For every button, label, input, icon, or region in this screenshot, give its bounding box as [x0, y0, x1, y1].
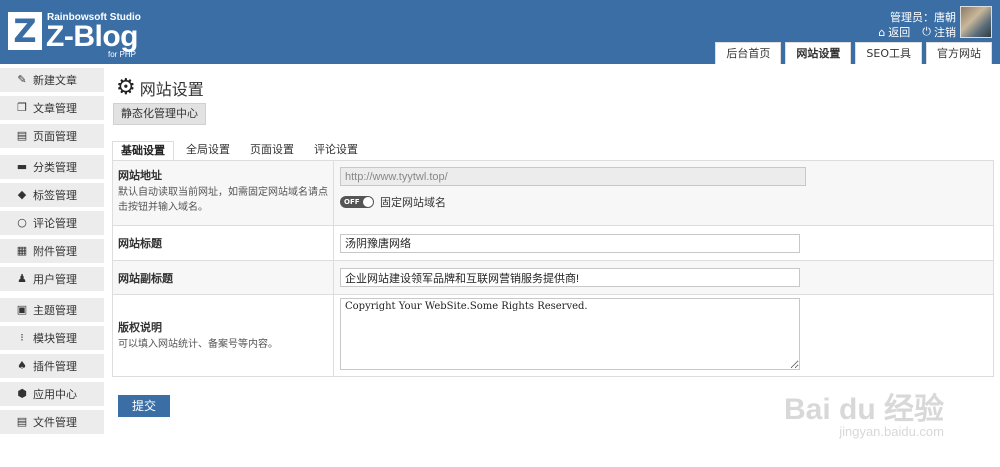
sidebar-item-attachments[interactable]: ▦ 附件管理: [0, 239, 104, 263]
sidebar-item-comments[interactable]: ○ 评论管理: [0, 211, 104, 235]
z-logo-icon: Z: [13, 12, 37, 50]
header-links: ⌂ 返回 ⏻ 注销: [878, 24, 956, 40]
sidebar-item-files[interactable]: ▤ 文件管理: [0, 410, 104, 434]
admin-label[interactable]: 管理员：唐朝: [890, 9, 956, 25]
sidebar-item-label: 模块管理: [33, 332, 77, 345]
sidebar-item-label: 应用中心: [33, 388, 77, 401]
tab-page[interactable]: 页面设置: [242, 141, 302, 161]
logout-link[interactable]: ⏻ 注销: [922, 24, 956, 40]
sidebar-item-themes[interactable]: ▣ 主题管理: [0, 298, 104, 322]
site-title-label: 网站标题: [118, 237, 162, 250]
row-site-url: 网站地址 默认自动读取当前网址，如需固定网站域名请点击按钮并输入域名。 OFF …: [113, 161, 993, 225]
top-tabs: 后台首页 网站设置 SEO工具 官方网站: [715, 42, 992, 64]
back-label: 返回: [888, 26, 911, 39]
row-site-title: 网站标题: [113, 225, 993, 260]
toggle-text: OFF: [344, 198, 360, 206]
sidebar-item-plugins[interactable]: ♠ 插件管理: [0, 354, 104, 378]
brand-php: for PHP: [108, 50, 137, 59]
sidebar-item-categories[interactable]: ▬ 分类管理: [0, 155, 104, 179]
sidebar-item-label: 附件管理: [33, 245, 77, 258]
page-title-text: 网站设置: [139, 80, 204, 99]
tab-basic[interactable]: 基础设置: [112, 141, 174, 161]
submit-button[interactable]: 提交: [118, 395, 170, 417]
sidebar-item-label: 文章管理: [33, 102, 77, 115]
app-center-icon: ⬢: [17, 387, 27, 400]
site-subtitle-input[interactable]: [340, 268, 800, 287]
sidebar-item-tags[interactable]: ◆ 标签管理: [0, 183, 104, 207]
theme-icon: ▣: [16, 303, 28, 316]
avatar[interactable]: [960, 6, 992, 38]
sidebar-item-new-article[interactable]: ✎ 新建文章: [0, 68, 104, 92]
sidebar-item-users[interactable]: ♟ 用户管理: [0, 267, 104, 291]
zblog-logo[interactable]: Z: [8, 12, 42, 50]
gear-icon: ⚙: [116, 75, 136, 100]
sidebar-item-label: 分类管理: [33, 161, 77, 174]
sidebar: ✎ 新建文章 ❐ 文章管理 ▤ 页面管理 ▬ 分类管理 ◆ 标签管理 ○ 评论管…: [0, 64, 104, 434]
copyright-textarea[interactable]: Copyright Your WebSite.Some Rights Reser…: [340, 298, 800, 370]
sidebar-item-label: 标签管理: [33, 189, 77, 202]
sidebar-item-label: 插件管理: [33, 360, 77, 373]
settings-table: 网站地址 默认自动读取当前网址，如需固定网站域名请点击按钮并输入域名。 OFF …: [112, 160, 994, 377]
copyright-desc: 可以填入网站统计、备案号等内容。: [118, 339, 278, 350]
power-icon: ⏻: [922, 25, 931, 38]
sidebar-item-label: 页面管理: [33, 130, 77, 143]
plugin-icon: ♠: [17, 359, 27, 372]
page-icon: ▤: [16, 129, 28, 142]
top-tab-seo[interactable]: SEO工具: [855, 42, 922, 64]
baidu-watermark: Bai du 经验: [783, 393, 944, 426]
attachment-icon: ▦: [16, 244, 28, 257]
row-site-subtitle: 网站副标题: [113, 260, 993, 294]
page-title: ⚙ 网站设置: [116, 76, 204, 100]
file-copy-icon: ❐: [17, 101, 27, 114]
folder-icon: ▬: [16, 160, 28, 173]
sidebar-item-label: 文件管理: [33, 416, 77, 429]
sidebar-item-modules[interactable]: ⁝ 模块管理: [0, 326, 104, 350]
top-header: Z Rainbowsoft Studio Z-Blog for PHP 管理员：…: [0, 0, 1000, 64]
site-title-input[interactable]: [340, 233, 800, 253]
comment-icon: ○: [17, 216, 27, 229]
sidebar-item-label: 新建文章: [33, 74, 77, 87]
logout-label: 注销: [934, 26, 956, 39]
fix-domain-toggle[interactable]: OFF: [340, 196, 374, 208]
tag-icon: ◆: [17, 188, 27, 201]
fix-domain-label: 固定网站域名: [380, 196, 446, 209]
edit-icon: ✎: [17, 73, 27, 86]
sidebar-item-label: 主题管理: [33, 304, 77, 317]
brand-name: Z-Blog: [46, 20, 138, 53]
sidebar-item-label: 评论管理: [33, 217, 77, 230]
user-icon: ♟: [17, 272, 27, 285]
top-tab-official[interactable]: 官方网站: [926, 42, 992, 64]
sidebar-item-pages[interactable]: ▤ 页面管理: [0, 124, 104, 148]
sidebar-item-app-center[interactable]: ⬢ 应用中心: [0, 382, 104, 406]
site-url-desc: 默认自动读取当前网址，如需固定网站域名请点击按钮并输入域名。: [118, 187, 328, 213]
site-url-label: 网站地址: [118, 169, 162, 182]
tab-comment[interactable]: 评论设置: [306, 141, 366, 161]
sidebar-item-label: 用户管理: [33, 273, 77, 286]
top-tab-site-settings[interactable]: 网站设置: [785, 42, 852, 64]
site-subtitle-label: 网站副标题: [118, 271, 173, 285]
back-link[interactable]: ⌂ 返回: [878, 24, 910, 40]
toggle-knob: [363, 197, 373, 207]
tab-global[interactable]: 全局设置: [178, 141, 238, 161]
row-copyright: 版权说明 可以填入网站统计、备案号等内容。 Copyright Your Web…: [113, 294, 993, 376]
copyright-label: 版权说明: [118, 321, 162, 334]
baidu-watermark-url: jingyan.baidu.com: [839, 424, 944, 439]
settings-tabs: 基础设置 全局设置 页面设置 评论设置: [112, 141, 370, 161]
sidebar-item-articles[interactable]: ❐ 文章管理: [0, 96, 104, 120]
static-management-button[interactable]: 静态化管理中心: [113, 103, 206, 125]
home-icon: ⌂: [878, 25, 886, 39]
site-url-input[interactable]: [340, 167, 806, 186]
module-icon: ⁝: [20, 331, 24, 344]
top-tab-dashboard[interactable]: 后台首页: [715, 42, 782, 64]
file-icon: ▤: [16, 415, 28, 428]
